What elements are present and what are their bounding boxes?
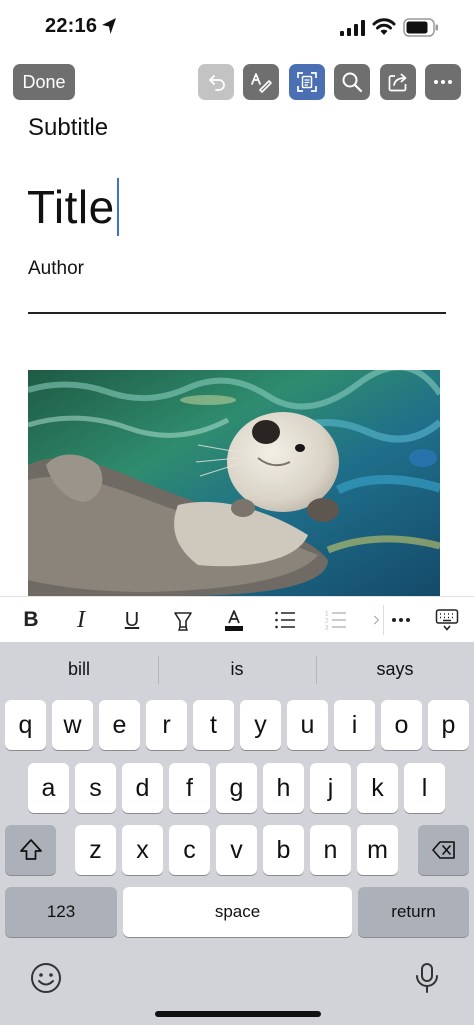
share-button[interactable] — [380, 64, 416, 100]
numbered-list-button[interactable]: 1 2 3 — [316, 597, 356, 643]
undo-button[interactable] — [198, 64, 234, 100]
key[interactable]: l — [404, 763, 445, 813]
wifi-icon — [372, 18, 396, 35]
share-icon — [388, 73, 407, 92]
search-icon — [342, 72, 363, 93]
keyboard-dismiss-icon — [435, 609, 459, 631]
keyboard-microphone-icon[interactable] — [413, 960, 441, 996]
draw-icon — [251, 73, 272, 93]
key[interactable]: m — [357, 825, 398, 875]
draw-button[interactable] — [243, 64, 279, 100]
focus-view-icon — [297, 72, 317, 92]
key[interactable]: p — [428, 700, 469, 750]
status-time: 22:16 — [45, 15, 98, 37]
document-author[interactable]: Author — [28, 258, 84, 280]
dismiss-keyboard-button[interactable] — [427, 597, 467, 643]
home-indicator[interactable] — [155, 1011, 321, 1017]
more-options-button[interactable] — [425, 64, 461, 100]
key[interactable]: v — [216, 825, 257, 875]
more-icon — [392, 618, 410, 622]
bullet-list-icon — [275, 611, 295, 629]
bullet-list-button[interactable] — [265, 597, 305, 643]
space-key[interactable]: space — [123, 887, 352, 937]
text-cursor — [116, 178, 119, 236]
key[interactable]: d — [122, 763, 163, 813]
key[interactable]: x — [122, 825, 163, 875]
search-button[interactable] — [334, 64, 370, 100]
backspace-key[interactable] — [418, 825, 469, 875]
suggestion-1[interactable]: bill — [0, 642, 158, 696]
document-subtitle[interactable]: Subtitle — [28, 114, 108, 142]
onscreen-keyboard: bill is says q w e r t y u i o p a s d f… — [0, 642, 474, 1025]
highlight-icon — [174, 612, 192, 631]
italic-button[interactable]: I — [61, 597, 101, 643]
done-button[interactable]: Done — [13, 64, 75, 100]
horizontal-rule — [28, 312, 446, 314]
backspace-icon — [431, 841, 455, 859]
key[interactable]: u — [287, 700, 328, 750]
document-title[interactable]: Title — [27, 180, 115, 234]
key[interactable]: g — [216, 763, 257, 813]
key[interactable]: j — [310, 763, 351, 813]
key[interactable]: b — [263, 825, 304, 875]
focus-view-button[interactable] — [289, 64, 325, 100]
key[interactable]: c — [169, 825, 210, 875]
suggestion-2[interactable]: is — [158, 642, 316, 696]
otter-photo — [28, 370, 440, 596]
document-toolbar: Done — [0, 60, 474, 104]
svg-text:1: 1 — [325, 611, 329, 618]
suggestion-bar: bill is says — [0, 642, 474, 696]
key[interactable]: h — [263, 763, 304, 813]
document-title-line[interactable]: Title — [27, 178, 119, 236]
bold-icon: B — [23, 608, 39, 631]
underline-icon: U — [124, 608, 140, 631]
key[interactable]: f — [169, 763, 210, 813]
shift-icon — [19, 839, 42, 860]
key[interactable]: w — [52, 700, 93, 750]
svg-text:3: 3 — [325, 625, 329, 632]
bold-button[interactable]: B — [11, 597, 51, 643]
key[interactable]: i — [334, 700, 375, 750]
font-color-icon — [225, 610, 243, 631]
format-more-button[interactable] — [381, 597, 421, 643]
key[interactable]: y — [240, 700, 281, 750]
key[interactable]: r — [146, 700, 187, 750]
underline-button[interactable]: U — [112, 597, 152, 643]
highlight-button[interactable] — [163, 597, 203, 643]
italic-icon: I — [77, 606, 85, 633]
battery-icon — [403, 18, 438, 37]
key[interactable]: e — [99, 700, 140, 750]
key[interactable]: n — [310, 825, 351, 875]
location-arrow-icon — [102, 18, 116, 34]
numbers-key[interactable]: 123 — [5, 887, 117, 937]
key[interactable]: z — [75, 825, 116, 875]
font-color-button[interactable] — [214, 597, 254, 643]
key[interactable]: q — [5, 700, 46, 750]
key[interactable]: o — [381, 700, 422, 750]
otter-image[interactable] — [28, 370, 440, 596]
svg-text:2: 2 — [325, 618, 329, 625]
more-icon — [434, 80, 452, 84]
key[interactable]: t — [193, 700, 234, 750]
undo-icon — [209, 75, 225, 91]
status-bar: 22:16 — [0, 0, 474, 56]
return-key[interactable]: return — [358, 887, 469, 937]
cellular-signal-icon — [340, 20, 365, 36]
key[interactable]: s — [75, 763, 116, 813]
suggestion-3[interactable]: says — [316, 642, 474, 696]
formatting-bar: B I U 1 2 3 — [0, 596, 474, 642]
document-canvas[interactable]: Subtitle Title Author — [0, 104, 474, 596]
numbered-list-icon: 1 2 3 — [325, 611, 346, 632]
shift-key[interactable] — [5, 825, 56, 875]
key[interactable]: k — [357, 763, 398, 813]
key[interactable]: a — [28, 763, 69, 813]
emoji-icon[interactable] — [28, 960, 64, 996]
